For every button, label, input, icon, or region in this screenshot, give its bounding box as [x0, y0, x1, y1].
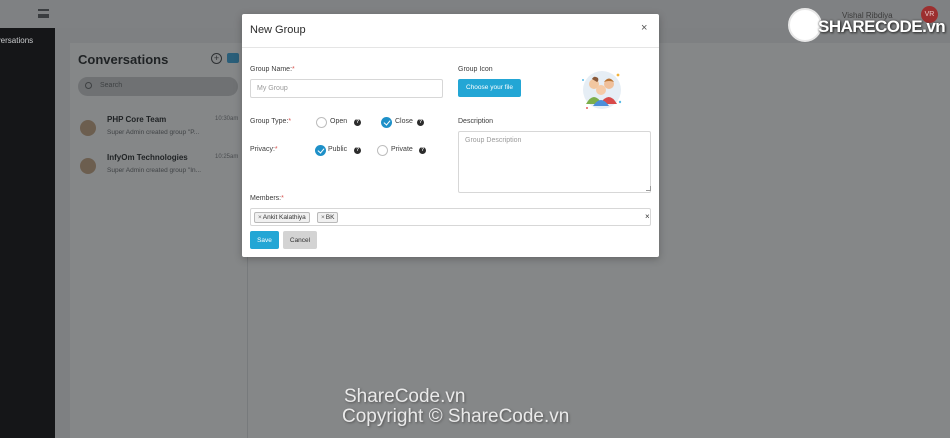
remove-member-icon[interactable]: × — [321, 214, 325, 221]
group-avatar-preview-icon — [582, 71, 622, 109]
privacy-private-radio[interactable] — [377, 145, 388, 156]
sharecode-logo: SHARECODE.vn — [788, 8, 946, 44]
logo-text: SHARECODE.vn — [818, 17, 946, 36]
new-group-modal: New Group × Group Name:* Group Icon Choo… — [242, 14, 659, 257]
modal-title: New Group — [250, 24, 306, 36]
group-type-label: Group Type:* — [250, 118, 291, 125]
group-name-label-text: Group Name: — [250, 66, 293, 73]
resize-handle-icon[interactable] — [646, 186, 651, 191]
member-tag-label: BK — [325, 214, 335, 221]
member-tag-label: Ankit Kalathiya — [262, 214, 306, 221]
watermark-copyright: Copyright © ShareCode.vn — [342, 406, 570, 427]
group-type-close-radio[interactable] — [381, 117, 392, 128]
members-select[interactable]: ×Ankit Kalathiya ×BK × — [250, 208, 651, 226]
save-button[interactable]: Save — [250, 231, 279, 249]
help-icon[interactable]: ? — [354, 119, 361, 126]
modal-header: New Group × — [242, 14, 659, 48]
group-name-input[interactable] — [250, 79, 443, 98]
required-mark: * — [281, 195, 284, 202]
members-label: Members:* — [250, 195, 284, 202]
logo-emblem-icon — [788, 8, 822, 42]
menu-toggle-icon[interactable] — [38, 9, 49, 18]
help-icon[interactable]: ? — [417, 119, 424, 126]
conversation-item-php-core-team[interactable]: PHP Core Team 10:30am Super Admin create… — [78, 114, 240, 148]
conversation-preview: Super Admin created group "P... — [107, 129, 200, 136]
help-icon[interactable]: ? — [419, 147, 426, 154]
search-icon — [85, 82, 92, 89]
remove-member-icon[interactable]: × — [258, 214, 262, 221]
watermark-text: ShareCode.vn — [344, 386, 466, 407]
sidebar-item-label: Conversations — [0, 36, 34, 45]
required-mark: * — [292, 66, 295, 73]
conversation-name: PHP Core Team — [107, 115, 167, 124]
required-mark: * — [288, 118, 292, 125]
required-mark: * — [274, 146, 278, 153]
conversation-time: 10:30am — [215, 116, 239, 122]
member-tag: ×Ankit Kalathiya — [254, 212, 310, 223]
members-label-text: Members: — [250, 195, 282, 202]
cancel-button[interactable]: Cancel — [283, 231, 317, 249]
privacy-private-label: Private — [391, 146, 413, 153]
privacy-label-text: Privacy: — [250, 146, 275, 153]
choose-file-button[interactable]: Choose your file — [458, 79, 521, 97]
new-group-chat-icon[interactable] — [227, 53, 239, 63]
close-icon[interactable]: × — [641, 22, 647, 34]
conversation-time: 10:25am — [215, 154, 239, 160]
group-name-label: Group Name:* — [250, 66, 295, 73]
group-icon-label: Group Icon — [458, 66, 493, 73]
group-type-close-label: Close — [395, 118, 413, 125]
help-icon[interactable]: ? — [354, 147, 361, 154]
privacy-public-radio[interactable] — [315, 145, 326, 156]
conversation-item-infyom-technologies[interactable]: InfyOm Technologies 10:25am Super Admin … — [78, 152, 240, 186]
privacy-public-label: Public — [328, 146, 348, 153]
clear-members-icon[interactable]: × — [645, 212, 650, 221]
group-type-open-label: Open — [330, 118, 348, 125]
group-avatar — [80, 120, 96, 136]
conversation-name: InfyOm Technologies — [107, 153, 188, 162]
member-tag: ×BK — [317, 212, 339, 223]
conversation-list-column — [70, 43, 248, 438]
group-type-label-text: Group Type: — [250, 118, 289, 125]
search-placeholder: Search — [100, 82, 123, 89]
group-type-open-radio[interactable] — [316, 117, 327, 128]
conversation-preview: Super Admin created group "In... — [107, 167, 202, 174]
sidebar: Conversations — [0, 28, 55, 438]
description-label: Description — [458, 118, 494, 125]
privacy-label: Privacy:* — [250, 146, 278, 153]
add-conversation-icon[interactable]: + — [211, 53, 222, 64]
description-textarea[interactable] — [458, 131, 651, 193]
sidebar-item-conversations[interactable]: Conversations — [0, 36, 55, 45]
group-avatar — [80, 158, 96, 174]
conversations-title: Conversations — [78, 52, 169, 67]
